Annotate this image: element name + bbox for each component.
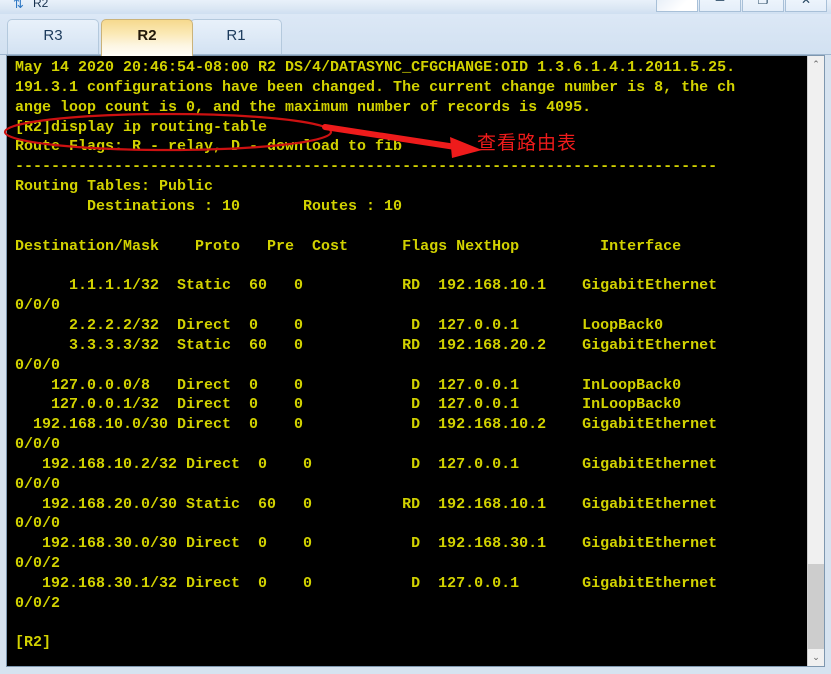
scroll-down-arrow-icon[interactable]: ⌄ [808,649,824,666]
window-controls: ─ ❐ ✕ [655,0,827,12]
minimize-button[interactable]: ─ [699,0,741,12]
tab-r2[interactable]: R2 [101,19,193,56]
window-titlebar: ⇅ R2 ─ ❐ ✕ [0,0,831,15]
restore-button[interactable] [656,0,698,12]
close-button[interactable]: ✕ [785,0,827,12]
tab-r1[interactable]: R1 [190,19,282,54]
terminal-output[interactable]: May 14 2020 20:46:54-08:00 R2 DS/4/DATAS… [7,56,808,666]
scrollbar-thumb[interactable] [808,564,824,649]
router-icon: ⇅ [13,0,24,11]
maximize-button[interactable]: ❐ [742,0,784,12]
tab-strip: R3 R2 R1 [0,14,831,56]
terminal-text: May 14 2020 20:46:54-08:00 R2 DS/4/DATAS… [15,59,736,652]
annotation-label: 查看路由表 [477,132,578,154]
emulator-window: ⇅ R2 ─ ❐ ✕ R3 R2 R1 May 14 2020 20:46:54… [0,0,831,674]
tab-r3[interactable]: R3 [7,19,99,54]
scroll-up-arrow-icon[interactable]: ⌃ [808,56,824,73]
terminal-scrollbar[interactable]: ⌃ ⌄ [807,56,824,666]
terminal-frame: May 14 2020 20:46:54-08:00 R2 DS/4/DATAS… [6,55,825,667]
window-title: R2 [33,0,49,10]
